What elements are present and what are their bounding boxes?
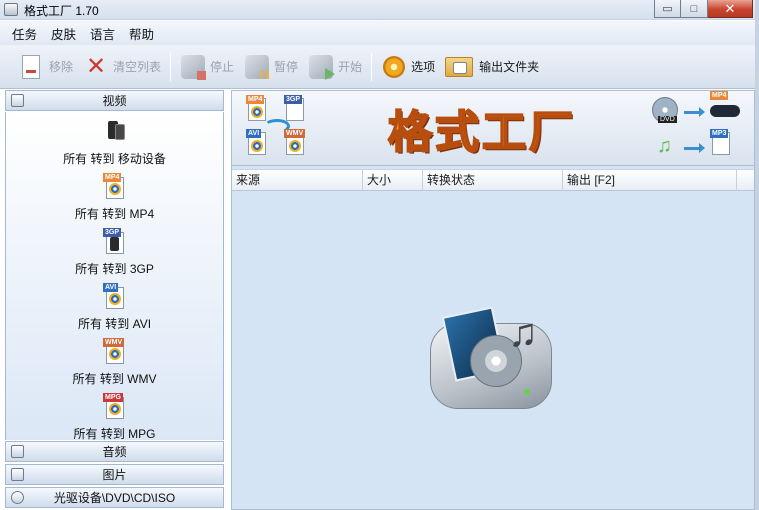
task-table: 来源 大小 转换状态 输出 [F2] — [232, 169, 754, 191]
minimize-button[interactable]: ▭ — [654, 0, 681, 18]
banner-title: 格式工厂 — [387, 106, 576, 159]
stop-icon — [180, 53, 207, 81]
format-item-avi[interactable]: AVI 所有 转到 AVI — [6, 281, 223, 335]
start-button[interactable]: 开始 — [305, 49, 365, 85]
wmv-icon: WMV — [284, 129, 308, 157]
banner: MP4 3GP AVI WMV 格式工厂 DVD MP4 ♫ MP3 — [232, 91, 754, 166]
pause-label: 暂停 — [274, 60, 299, 74]
options-label: 选项 — [411, 60, 436, 74]
avi-icon: AVI — [101, 283, 127, 309]
window-title: 格式工厂 1.70 — [24, 4, 99, 18]
category-video-label: 视频 — [102, 94, 127, 108]
remove-button[interactable]: 移除 — [16, 49, 76, 85]
toolbar-separator — [170, 52, 172, 81]
output-folder-button[interactable]: 输出文件夹 — [442, 49, 542, 85]
window-controls: ▭ □ ✕ — [654, 0, 753, 18]
format-item-mp4[interactable]: MP4 所有 转到 MP4 — [6, 171, 223, 225]
start-icon — [308, 53, 336, 81]
folder-icon — [445, 53, 475, 81]
format-item-label: 所有 转到 AVI — [77, 317, 152, 331]
format-item-label: 所有 转到 MP4 — [74, 207, 155, 221]
menu-help[interactable]: 帮助 — [129, 24, 154, 43]
maximize-icon: □ — [690, 2, 698, 15]
clear-list-icon: ✕ — [85, 52, 107, 80]
category-panel: 视频 所有 转到 移动设备 MP4 所有 转到 MP4 3GP 所有 转到 3G… — [5, 90, 224, 510]
format-item-label: 所有 转到 3GP — [75, 262, 154, 276]
music-icon — [11, 445, 24, 458]
pause-button[interactable]: 暂停 — [241, 49, 301, 85]
mp3-icon: MP3 — [710, 129, 734, 157]
task-panel: MP4 3GP AVI WMV 格式工厂 DVD MP4 ♫ MP3 来源 大小… — [231, 90, 755, 510]
format-item-mobile[interactable]: 所有 转到 移动设备 — [6, 116, 223, 170]
category-rom[interactable]: 光驱设备\DVD\CD\ISO — [5, 487, 224, 508]
column-source[interactable]: 来源 — [232, 170, 363, 191]
format-item-3gp[interactable]: 3GP 所有 转到 3GP — [6, 226, 223, 280]
mpg-icon: MPG — [101, 393, 127, 419]
menu-bar: 任务 皮肤 语言 帮助 — [0, 21, 759, 45]
maximize-button[interactable]: □ — [681, 0, 708, 18]
app-icon — [4, 3, 18, 16]
dvd-label: DVD — [658, 116, 677, 123]
category-image[interactable]: 图片 — [5, 464, 224, 485]
column-size[interactable]: 大小 — [363, 170, 423, 191]
category-rom-label: 光驱设备\DVD\CD\ISO — [53, 491, 176, 505]
video-category-icon — [11, 94, 24, 107]
format-factory-logo: ♫ — [430, 301, 558, 421]
stop-button[interactable]: 停止 — [177, 49, 237, 85]
category-audio-label: 音频 — [102, 445, 127, 459]
avi-icon: AVI — [246, 129, 270, 157]
clear-list-label: 清空列表 — [113, 60, 162, 74]
remove-label: 移除 — [49, 60, 74, 74]
menu-skin[interactable]: 皮肤 — [51, 24, 76, 43]
title-bar: 格式工厂 1.70 ▭ □ ✕ — [0, 0, 759, 20]
arrow-icon — [684, 107, 705, 117]
menu-task[interactable]: 任务 — [12, 24, 37, 43]
category-audio[interactable]: 音频 — [5, 441, 224, 462]
column-output[interactable]: 输出 [F2] — [563, 170, 737, 191]
options-button[interactable]: 选项 — [378, 49, 438, 85]
remove-icon — [19, 53, 45, 81]
mp4-icon: MP4 — [246, 95, 270, 123]
close-button[interactable]: ✕ — [708, 0, 753, 18]
category-video[interactable]: 视频 — [5, 90, 224, 111]
mobile-device-icon — [101, 118, 127, 144]
3gp-icon: 3GP — [284, 95, 308, 123]
toolbar-separator — [371, 52, 373, 81]
music-note-icon: ♫ — [657, 135, 672, 157]
wmv-icon: WMV — [101, 338, 127, 364]
category-image-label: 图片 — [102, 468, 127, 482]
close-icon: ✕ — [724, 0, 736, 16]
gear-icon — [381, 53, 407, 81]
minimize-icon: ▭ — [662, 3, 673, 15]
3gp-icon: 3GP — [101, 228, 127, 254]
stop-label: 停止 — [210, 60, 235, 74]
window-border — [755, 0, 759, 510]
mp4-icon: MP4 — [710, 91, 729, 100]
format-item-mpg[interactable]: MPG 所有 转到 MPG — [6, 391, 223, 445]
format-item-label: 所有 转到 WMV — [72, 372, 157, 386]
output-folder-label: 输出文件夹 — [479, 60, 540, 74]
pause-icon — [244, 53, 270, 81]
clear-list-button[interactable]: ✕ 清空列表 — [80, 49, 164, 85]
table-header: 来源 大小 转换状态 输出 [F2] — [232, 169, 754, 191]
start-label: 开始 — [338, 60, 363, 74]
format-item-label: 所有 转到 移动设备 — [63, 152, 166, 166]
video-format-list: 所有 转到 移动设备 MP4 所有 转到 MP4 3GP 所有 转到 3GP A… — [5, 112, 224, 457]
mp4-icon: MP4 — [101, 173, 127, 199]
arrow-icon — [684, 143, 705, 153]
menu-language[interactable]: 语言 — [90, 24, 115, 43]
format-item-wmv[interactable]: WMV 所有 转到 WMV — [6, 336, 223, 390]
column-status[interactable]: 转换状态 — [423, 170, 563, 191]
toolbar: 移除 ✕ 清空列表 停止 暂停 开始 选项 输出文件夹 — [0, 45, 759, 89]
disc-icon — [11, 491, 24, 504]
format-item-label: 所有 转到 MPG — [73, 427, 156, 441]
picture-icon — [11, 468, 24, 481]
